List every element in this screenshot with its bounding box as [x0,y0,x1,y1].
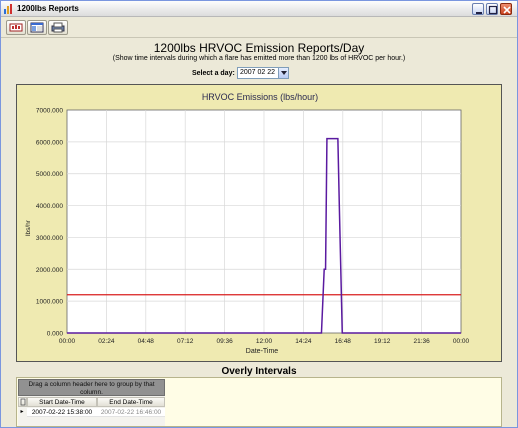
x-tick-label: 19:12 [374,338,391,345]
title-bar: 1200lbs Reports [1,1,517,17]
minimize-button[interactable] [472,3,484,15]
x-tick-label: 07:12 [177,338,194,345]
printer-icon [51,22,65,33]
x-tick-label: 09:36 [216,338,233,345]
current-row-icon: ▸ [20,409,24,415]
view-button[interactable] [27,20,47,35]
day-select-value: 2007 02 22 [240,69,276,76]
intervals-panel: Drag a column header here to group by th… [16,377,502,427]
column-header-end[interactable]: End Date-Time [97,397,165,407]
day-select[interactable]: 2007 02 22 [237,67,289,79]
window-view-icon [30,22,44,33]
day-select-label: Select a day: [192,70,235,77]
maximize-button[interactable] [486,3,498,15]
x-tick-label: 14:24 [295,338,312,345]
cell-end[interactable]: 2007-02-22 16:46:00 [97,408,165,417]
y-tick-label: 1000.000 [36,299,63,306]
x-axis-label: Date-Time [246,348,279,355]
y-tick-label: 7000.000 [36,108,63,115]
y-tick-label: 2000.000 [36,267,63,274]
x-tick-label: 04:48 [138,338,155,345]
x-tick-label: 16:48 [335,338,352,345]
chart-panel: HRVOC Emissions (lbs/hour) lbs/hr Date-T… [16,84,502,362]
cell-start[interactable]: 2007-02-22 15:38:00 [27,408,97,417]
chart-title: HRVOC Emissions (lbs/hour) [202,92,318,102]
maximize-icon [488,5,498,15]
intervals-grid: Drag a column header here to group by th… [18,379,165,426]
y-tick-label: 6000.000 [36,139,63,146]
toolbar [1,18,517,38]
print-button[interactable] [48,20,68,35]
y-tick-label: 5000.000 [36,171,63,178]
x-tick-label: 21:36 [413,338,430,345]
export-button[interactable] [6,20,26,35]
grid-options-icon [20,398,25,406]
x-tick-label: 02:24 [98,338,115,345]
chevron-down-icon [281,71,287,75]
x-tick-label: 12:00 [256,338,273,345]
y-tick-label: 4000.000 [36,203,63,210]
x-tick-label: 00:00 [453,338,470,345]
close-button[interactable] [500,3,512,15]
app-icon [4,4,12,14]
x-tick-label: 00:00 [59,338,76,345]
emissions-chart: HRVOC Emissions (lbs/hour) lbs/hr Date-T… [25,92,470,355]
intervals-title: Overly Intervals [221,366,297,377]
minimize-icon [476,12,482,14]
row-selector-header[interactable] [18,397,27,407]
y-tick-label: 0.000 [47,331,64,338]
column-header-start[interactable]: Start Date-Time [27,397,97,407]
report-window: 1200lbs Reports 1200lbs HRVOC Emission R… [0,0,518,428]
close-icon [503,6,511,14]
dropdown-arrow[interactable] [278,68,288,78]
y-axis-label: lbs/hr [25,219,32,236]
report-title: 1200lbs HRVOC Emission Reports/Day [153,41,365,55]
window-title: 1200lbs Reports [17,4,79,13]
y-tick-label: 3000.000 [36,235,63,242]
export-icon [9,23,23,32]
report-subtitle: (Show time intervals during which a flar… [112,55,406,62]
group-by-area[interactable]: Drag a column header here to group by th… [18,379,165,396]
